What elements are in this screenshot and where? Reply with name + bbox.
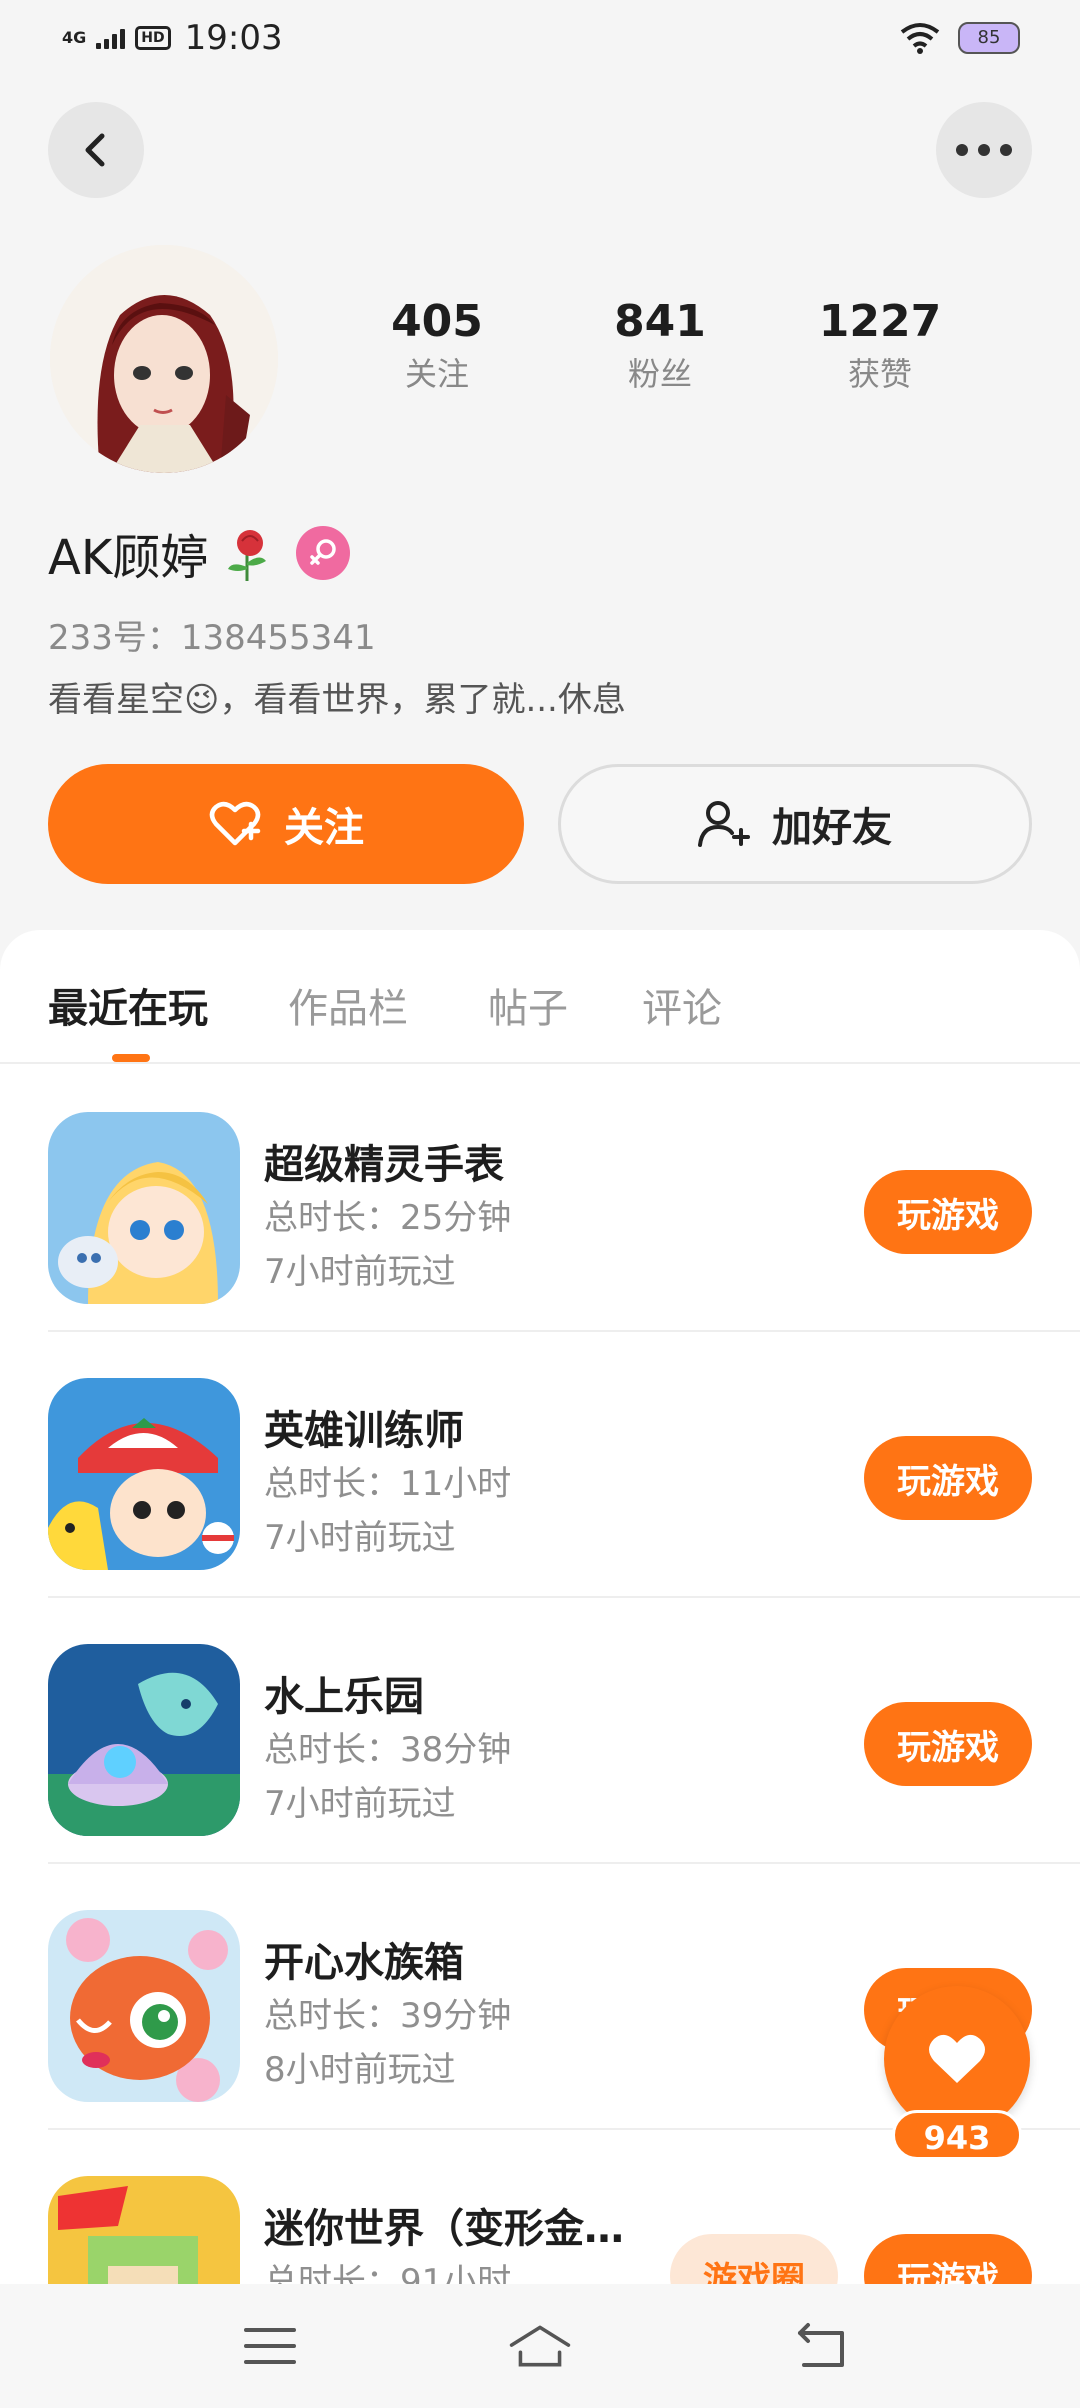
game-item[interactable]: 英雄训练师 总时长：11小时 7小时前玩过 玩游戏 bbox=[48, 1332, 1080, 1598]
tab-comments[interactable]: 评论 bbox=[642, 976, 722, 1034]
game-name: 迷你世界（变形金… bbox=[264, 2206, 624, 2252]
game-last-played: 7小时前玩过 bbox=[264, 1252, 456, 1292]
stat-following[interactable]: 405 关注 bbox=[337, 296, 537, 393]
user-bio: 看看星空😉，看看世界，累了就...休息 bbox=[48, 680, 626, 720]
rose-icon bbox=[228, 530, 267, 581]
menu-icon bbox=[244, 2328, 296, 2364]
home-icon bbox=[509, 2325, 571, 2367]
game-duration: 总时长：11小时 bbox=[264, 1464, 512, 1504]
add-friend-button[interactable]: 加好友 bbox=[558, 764, 1032, 884]
game-name: 超级精灵手表 bbox=[264, 1142, 504, 1188]
play-game-button[interactable]: 玩游戏 bbox=[864, 1436, 1032, 1520]
game-item[interactable]: 水上乐园 总时长：38分钟 7小时前玩过 玩游戏 bbox=[48, 1598, 1080, 1864]
like-count: 943 bbox=[892, 2110, 1022, 2160]
game-name: 英雄训练师 bbox=[264, 1408, 464, 1454]
game-icon bbox=[48, 1378, 240, 1570]
stat-fans[interactable]: 841 粉丝 bbox=[560, 296, 760, 393]
stat-value: 841 bbox=[614, 296, 706, 347]
game-duration: 总时长：39分钟 bbox=[264, 1996, 512, 2036]
back-button[interactable] bbox=[48, 102, 144, 198]
game-last-played: 8小时前玩过 bbox=[264, 2050, 456, 2090]
stat-value: 1227 bbox=[818, 296, 942, 347]
system-nav-bar bbox=[0, 2284, 1080, 2408]
network-type: 4G bbox=[62, 28, 87, 47]
battery-icon: 85 bbox=[958, 22, 1020, 54]
game-name: 开心水族箱 bbox=[264, 1940, 464, 1986]
wifi-icon bbox=[900, 23, 940, 54]
game-duration: 总时长：25分钟 bbox=[264, 1198, 512, 1238]
stat-label: 粉丝 bbox=[627, 355, 692, 393]
back-nav-button[interactable] bbox=[790, 2314, 854, 2378]
female-gender-icon bbox=[296, 526, 351, 580]
avatar-image bbox=[50, 245, 278, 473]
more-dots-icon bbox=[956, 144, 1012, 156]
menu-button[interactable] bbox=[238, 2314, 302, 2378]
more-button[interactable] bbox=[936, 102, 1032, 198]
game-last-played: 7小时前玩过 bbox=[264, 1784, 456, 1824]
stat-label: 获赞 bbox=[847, 355, 912, 393]
clock: 19:03 bbox=[184, 18, 283, 58]
username-row: AK顾婷 bbox=[48, 518, 351, 588]
heart-icon bbox=[929, 2034, 985, 2083]
home-button[interactable] bbox=[508, 2314, 572, 2378]
tab-works[interactable]: 作品栏 bbox=[288, 976, 408, 1034]
username: AK顾婷 bbox=[48, 530, 209, 586]
user-id: 233号：138455341 bbox=[48, 618, 376, 658]
heart-plus-icon bbox=[209, 801, 261, 846]
game-icon bbox=[48, 1112, 240, 1304]
back-arrow-icon bbox=[85, 133, 105, 167]
hd-badge: HD bbox=[135, 26, 171, 50]
stat-label: 关注 bbox=[404, 355, 469, 393]
game-name: 水上乐园 bbox=[264, 1674, 424, 1720]
signal-icon bbox=[96, 27, 126, 49]
tab-recently-played[interactable]: 最近在玩 bbox=[48, 976, 208, 1034]
follow-label: 关注 bbox=[284, 805, 364, 851]
add-user-icon bbox=[698, 801, 750, 847]
avatar[interactable] bbox=[50, 245, 278, 473]
play-game-button[interactable]: 玩游戏 bbox=[864, 1170, 1032, 1254]
game-icon bbox=[48, 1910, 240, 2102]
tab-posts[interactable]: 帖子 bbox=[488, 976, 568, 1034]
follow-button[interactable]: 关注 bbox=[48, 764, 524, 884]
stat-likes[interactable]: 1227 获赞 bbox=[780, 296, 980, 393]
tab-indicator bbox=[112, 1054, 150, 1062]
game-item[interactable]: 超级精灵手表 总时长：25分钟 7小时前玩过 玩游戏 bbox=[48, 1066, 1080, 1332]
return-icon bbox=[798, 2323, 844, 2367]
game-last-played: 7小时前玩过 bbox=[264, 1518, 456, 1558]
play-game-button[interactable]: 玩游戏 bbox=[864, 1702, 1032, 1786]
tab-bar: 最近在玩 作品栏 帖子 评论 bbox=[0, 930, 1080, 1064]
status-bar: 4G HD 19:03 85 bbox=[0, 0, 1080, 84]
game-icon bbox=[48, 1644, 240, 1836]
stat-value: 405 bbox=[391, 296, 483, 347]
game-duration: 总时长：38分钟 bbox=[264, 1730, 512, 1770]
add-friend-label: 加好友 bbox=[772, 805, 892, 851]
